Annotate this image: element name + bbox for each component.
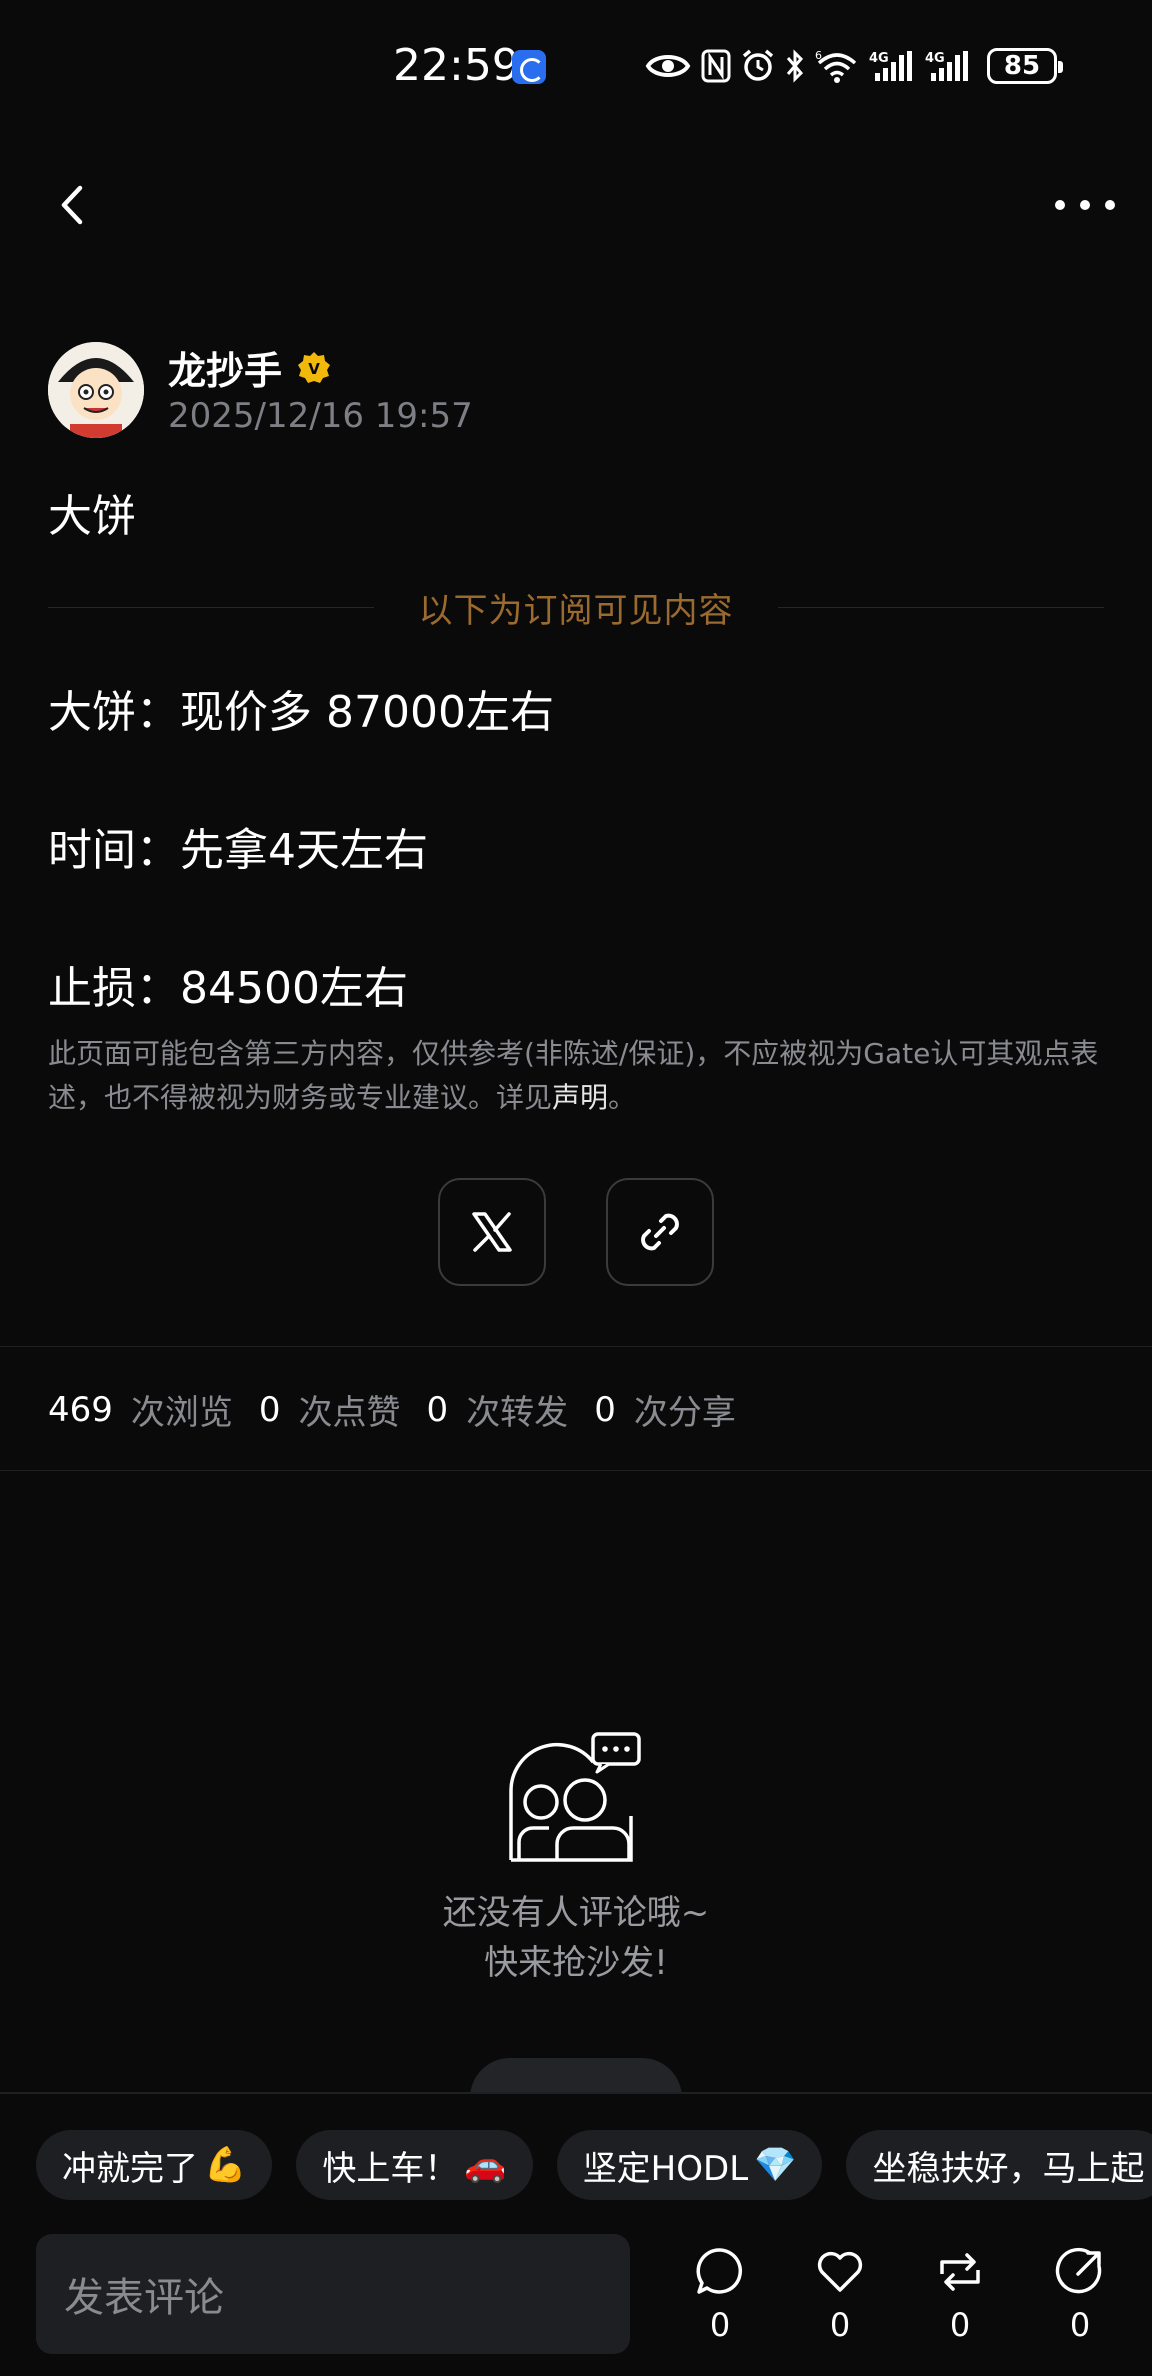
author-header: 龙抄手 V 2025/12/16 19:57	[48, 340, 1108, 440]
heart-icon	[817, 2251, 863, 2292]
disclaimer-end: 。	[608, 1081, 637, 1114]
shares-count: 0	[594, 1389, 616, 1430]
chevron-left-icon	[61, 185, 83, 225]
eye-icon	[645, 48, 691, 84]
quick-reply-chip[interactable]: 坐稳扶好，马上起	[846, 2130, 1152, 2200]
quick-reply-chip[interactable]: 冲就完了 💪	[36, 2130, 273, 2200]
comment-icon	[696, 2248, 743, 2294]
disclaimer: 此页面可能包含第三方内容，仅供参考(非陈述/保证)，不应被视为Gate认可其观点…	[48, 1032, 1108, 1120]
share-row	[438, 1178, 714, 1286]
divider-line	[778, 606, 1104, 608]
car-emoji: 🚗	[464, 2145, 507, 2185]
x-logo-icon	[472, 1212, 512, 1252]
empty-comments-icon	[509, 1732, 641, 1862]
author-name[interactable]: 龙抄手	[168, 340, 282, 395]
comment-count: 0	[709, 2306, 731, 2344]
subscription-divider: 以下为订阅可见内容	[48, 582, 1104, 632]
battery-indicator: 85	[987, 48, 1063, 84]
svg-text:4G: 4G	[869, 51, 889, 66]
subscription-divider-label: 以下为订阅可见内容	[418, 590, 734, 631]
post-content-line: 止损：84500左右	[48, 963, 408, 1014]
nfc-icon	[701, 48, 731, 84]
views-label: 次浏览	[130, 1393, 233, 1433]
post-actions: 0 0 0 0	[680, 2244, 1140, 2354]
svg-text:6: 6	[815, 49, 822, 62]
svg-text:V: V	[308, 360, 320, 378]
chip-label: 冲就完了	[62, 2148, 198, 2189]
status-time: 22:59	[393, 40, 520, 91]
repost-icon	[940, 2253, 980, 2291]
signal-icon-sim1: 4G	[869, 48, 915, 84]
more-dot-icon	[1105, 200, 1115, 210]
bluetooth-icon	[785, 48, 805, 84]
author-name-row: 龙抄手 V	[168, 340, 332, 395]
flexed-biceps-emoji: 💪	[204, 2145, 247, 2185]
repost-count: 0	[949, 2306, 971, 2344]
empty-comments-line1: 还没有人评论哦~	[442, 1893, 710, 1933]
reposts-count: 0	[426, 1389, 449, 1430]
share-count: 0	[1069, 2306, 1091, 2344]
empty-comments-text: 还没有人评论哦~ 快来抢沙发!	[0, 1888, 1152, 1988]
share-icon	[1055, 2247, 1102, 2294]
views-count: 469	[48, 1389, 113, 1430]
divider	[0, 1346, 1152, 1347]
wifi-icon: 6	[815, 48, 859, 84]
chip-label: 坚定HODL	[582, 2148, 749, 2189]
likes-label: 次点赞	[298, 1393, 401, 1433]
post-timestamp: 2025/12/16 19:57	[168, 396, 473, 436]
reposts-label: 次转发	[466, 1393, 569, 1433]
divider	[0, 1470, 1152, 1471]
post-title: 大饼	[48, 491, 136, 542]
post-stats: 469 次浏览 0 次点赞 0 次转发 0 次分享	[48, 1385, 762, 1434]
chip-label: 坐稳扶好，马上起	[872, 2148, 1145, 2189]
post-content-line: 时间：先拿4天左右	[48, 825, 428, 876]
copy-link-button[interactable]	[606, 1178, 714, 1286]
share-action-button[interactable]: 0	[1040, 2244, 1120, 2354]
signal-icon-sim2: 4G	[925, 48, 971, 84]
more-dot-icon	[1055, 200, 1065, 210]
quick-reply-chip[interactable]: 坚定HODL 💎	[556, 2130, 823, 2200]
comment-input[interactable]: 发表评论	[36, 2234, 630, 2354]
quick-reply-chips: 冲就完了 💪 快上车！ 🚗 坚定HODL 💎 坐稳扶好，马上起	[36, 2130, 1152, 2200]
svg-text:4G: 4G	[925, 51, 945, 66]
verified-badge-icon: V	[298, 351, 331, 383]
bottom-comment-panel: 冲就完了💪 快上车！🚗 坚定HODL💎 坐稳扶好，马上起 发表评论 0 0	[0, 2092, 1152, 2376]
more-options-button[interactable]	[1055, 188, 1115, 222]
more-dot-icon	[1080, 200, 1090, 210]
post-content-line: 大饼：现价多 87000左右	[48, 687, 554, 738]
divider-line	[48, 606, 374, 608]
share-x-button[interactable]	[438, 1178, 546, 1286]
avatar-illustration	[48, 342, 144, 438]
shares-label: 次分享	[633, 1393, 736, 1433]
comment-action-button[interactable]: 0	[680, 2244, 760, 2354]
chip-label: 快上车！	[322, 2148, 459, 2189]
status-bar: 22:59 6 4G 4G 85	[0, 0, 1152, 130]
empty-comments-line2: 快来抢沙发!	[484, 1943, 668, 1983]
repost-action-button[interactable]: 0	[920, 2244, 1000, 2354]
alarm-icon	[741, 48, 775, 84]
like-count: 0	[829, 2306, 851, 2344]
top-nav	[0, 170, 1152, 240]
back-button[interactable]	[50, 180, 100, 230]
status-icons: 6 4G 4G 85	[645, 44, 1063, 88]
like-action-button[interactable]: 0	[800, 2244, 880, 2354]
link-icon	[641, 1213, 679, 1251]
disclaimer-link[interactable]: 声明	[552, 1081, 608, 1114]
app-notification-icon	[512, 50, 546, 84]
gem-emoji: 💎	[754, 2145, 797, 2185]
quick-reply-chip[interactable]: 快上车！ 🚗	[296, 2130, 533, 2200]
likes-count: 0	[258, 1389, 281, 1430]
avatar[interactable]	[48, 342, 144, 438]
